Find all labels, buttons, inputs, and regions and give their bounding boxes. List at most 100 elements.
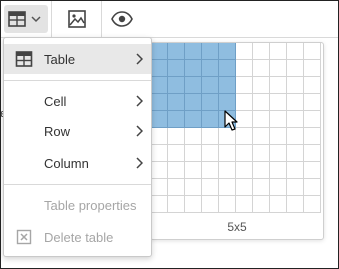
grid-cell[interactable] [202, 196, 219, 213]
grid-cell[interactable] [287, 60, 304, 77]
grid-cell[interactable] [202, 111, 219, 128]
grid-cell[interactable] [253, 162, 270, 179]
menu-item-delete-table[interactable]: Delete table [4, 222, 151, 252]
grid-cell[interactable] [270, 196, 287, 213]
grid-cell[interactable] [236, 60, 253, 77]
grid-cell[interactable] [270, 77, 287, 94]
grid-cell[interactable] [304, 111, 321, 128]
grid-cell[interactable] [202, 179, 219, 196]
grid-cell[interactable] [168, 128, 185, 145]
grid-cell[interactable] [253, 128, 270, 145]
menu-item-column[interactable]: Column [4, 148, 151, 178]
grid-cell[interactable] [202, 60, 219, 77]
grid-cell[interactable] [270, 111, 287, 128]
grid-cell[interactable] [202, 128, 219, 145]
grid-cell[interactable] [236, 145, 253, 162]
insert-image-button[interactable] [62, 5, 92, 33]
grid-cell[interactable] [219, 145, 236, 162]
grid-cell[interactable] [304, 43, 321, 60]
grid-cell[interactable] [151, 145, 168, 162]
grid-cell[interactable] [236, 94, 253, 111]
grid-cell[interactable] [304, 179, 321, 196]
grid-cell[interactable] [253, 60, 270, 77]
grid-cell[interactable] [304, 162, 321, 179]
grid-cell[interactable] [151, 94, 168, 111]
grid-cell[interactable] [151, 162, 168, 179]
grid-cell[interactable] [287, 179, 304, 196]
grid-cell[interactable] [236, 196, 253, 213]
grid-cell[interactable] [151, 60, 168, 77]
grid-cell[interactable] [287, 43, 304, 60]
grid-cell[interactable] [270, 145, 287, 162]
table-insert-button[interactable] [4, 5, 48, 33]
grid-cell[interactable] [185, 162, 202, 179]
grid-cell[interactable] [185, 94, 202, 111]
grid-cell[interactable] [253, 111, 270, 128]
grid-cell[interactable] [270, 162, 287, 179]
grid-cell[interactable] [185, 128, 202, 145]
grid-cell[interactable] [304, 60, 321, 77]
grid-cell[interactable] [168, 162, 185, 179]
grid-cell[interactable] [287, 128, 304, 145]
menu-item-row[interactable]: Row [4, 116, 151, 146]
grid-cell[interactable] [270, 43, 287, 60]
grid-cell[interactable] [270, 60, 287, 77]
grid-cell[interactable] [304, 145, 321, 162]
grid-cell[interactable] [253, 145, 270, 162]
menu-item-table[interactable]: Table [4, 44, 151, 74]
grid-cell[interactable] [219, 77, 236, 94]
grid-cell[interactable] [185, 196, 202, 213]
grid-cell[interactable] [219, 179, 236, 196]
grid-cell[interactable] [151, 77, 168, 94]
grid-cell[interactable] [168, 43, 185, 60]
grid-cell[interactable] [236, 179, 253, 196]
grid-cell[interactable] [168, 94, 185, 111]
grid-cell[interactable] [304, 196, 321, 213]
grid-cell[interactable] [219, 162, 236, 179]
grid-cell[interactable] [168, 111, 185, 128]
grid-cell[interactable] [185, 43, 202, 60]
grid-cell[interactable] [168, 77, 185, 94]
grid-cell[interactable] [219, 43, 236, 60]
grid-cell[interactable] [287, 94, 304, 111]
grid-cell[interactable] [253, 179, 270, 196]
grid-cell[interactable] [168, 60, 185, 77]
grid-cell[interactable] [287, 162, 304, 179]
grid-cell[interactable] [202, 94, 219, 111]
grid-cell[interactable] [202, 43, 219, 60]
grid-cell[interactable] [151, 43, 168, 60]
grid-cell[interactable] [185, 77, 202, 94]
grid-cell[interactable] [151, 196, 168, 213]
grid-cell[interactable] [202, 162, 219, 179]
grid-cell[interactable] [151, 128, 168, 145]
grid-cell[interactable] [287, 111, 304, 128]
menu-item-cell[interactable]: Cell [4, 86, 151, 116]
grid-cell[interactable] [202, 77, 219, 94]
grid-cell[interactable] [185, 145, 202, 162]
grid-cell[interactable] [202, 145, 219, 162]
grid-cell[interactable] [185, 60, 202, 77]
grid-cell[interactable] [185, 179, 202, 196]
grid-cell[interactable] [287, 145, 304, 162]
grid-cell[interactable] [253, 94, 270, 111]
grid-cell[interactable] [219, 94, 236, 111]
grid-cell[interactable] [219, 196, 236, 213]
grid-cell[interactable] [219, 60, 236, 77]
grid-cell[interactable] [253, 196, 270, 213]
grid-cell[interactable] [270, 94, 287, 111]
grid-cell[interactable] [304, 77, 321, 94]
grid-cell[interactable] [287, 77, 304, 94]
grid-cell[interactable] [168, 179, 185, 196]
menu-item-table-properties[interactable]: Table properties [4, 190, 151, 220]
grid-cell[interactable] [168, 196, 185, 213]
grid-cell[interactable] [270, 128, 287, 145]
grid-cell[interactable] [253, 77, 270, 94]
grid-cell[interactable] [236, 162, 253, 179]
grid-cell[interactable] [304, 128, 321, 145]
grid-cell[interactable] [151, 179, 168, 196]
grid-cell[interactable] [253, 43, 270, 60]
grid-cell[interactable] [236, 77, 253, 94]
grid-cell[interactable] [151, 111, 168, 128]
grid-cell[interactable] [304, 94, 321, 111]
grid-cell[interactable] [236, 43, 253, 60]
